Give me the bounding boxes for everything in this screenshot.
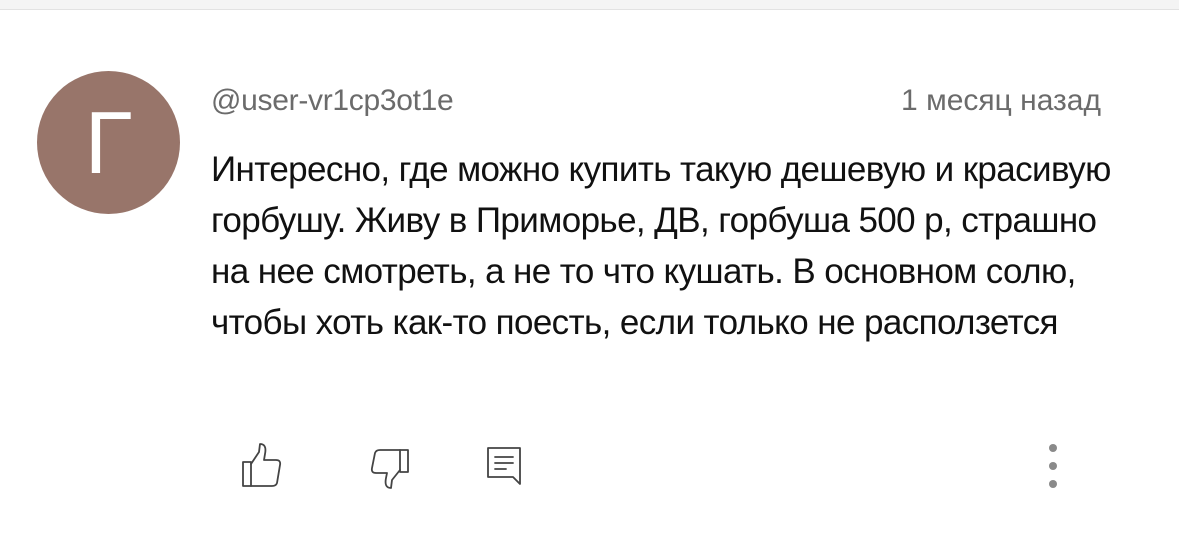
avatar[interactable]: Г	[37, 71, 180, 214]
comment-text: Интересно, где можно купить такую дешеву…	[211, 150, 1111, 342]
comment-actions	[0, 440, 1179, 500]
more-options-button[interactable]	[1038, 440, 1068, 492]
more-vertical-icon	[1049, 444, 1057, 488]
thumbs-up-icon	[242, 443, 282, 487]
comment-author[interactable]: @user-vr1cp3ot1e	[211, 84, 454, 118]
reply-button[interactable]	[482, 440, 528, 492]
like-button[interactable]	[240, 440, 286, 492]
comment-timestamp: 1 месяц назад	[901, 84, 1101, 117]
top-divider	[0, 0, 1179, 10]
dislike-button[interactable]	[368, 440, 414, 492]
thumbs-down-icon	[370, 449, 409, 489]
comment-reply-icon	[487, 447, 521, 485]
